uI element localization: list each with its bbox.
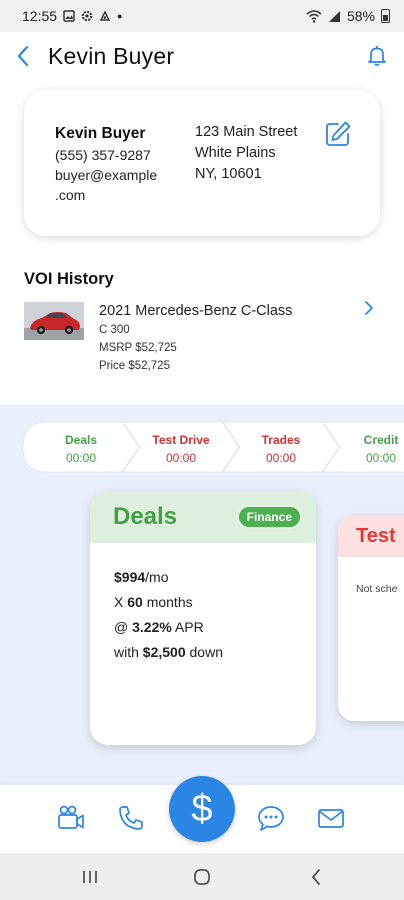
address-line1: 123 Main Street: [195, 124, 298, 140]
deals-card-body: $994/mo X 60 months @ 3.22% APR with $2,…: [90, 543, 316, 665]
vehicle-trim: C 300: [99, 324, 130, 336]
email-button[interactable]: [314, 801, 348, 835]
header: Kevin Buyer: [0, 32, 404, 80]
status-bar: 12:55 ● 58%: [0, 0, 404, 32]
voi-history-title: VOI History: [24, 270, 114, 288]
wifi-icon: [306, 9, 322, 23]
notification-dot: ●: [117, 11, 123, 21]
down-line: with $2,500 down: [114, 640, 292, 665]
chevron-right-icon: [365, 301, 373, 315]
payment-amount: $994: [114, 569, 146, 585]
status-left: 12:55 ●: [22, 8, 122, 24]
vehicle-model: 2021 Mercedes-Benz C-Class: [99, 303, 293, 319]
address-line3: NY, 10601: [195, 166, 262, 182]
term-line: X 60 months: [114, 590, 292, 615]
contact-card: Kevin Buyer (555) 357-9287 buyer@example…: [24, 90, 380, 236]
image-notification-icon: [63, 10, 75, 22]
stage-bar: Deals 00:00 Test Drive 00:00 Trades 00:00 Cred…: [22, 421, 404, 473]
status-right: 58%: [306, 8, 390, 24]
phone-icon: [119, 806, 143, 830]
page-title: Kevin Buyer: [48, 42, 175, 69]
apr-prefix: @: [114, 619, 133, 635]
contact-name: Kevin Buyer: [55, 125, 146, 142]
test-drive-card[interactable]: Test Not sche: [338, 515, 404, 721]
phone-call-button[interactable]: [114, 801, 148, 835]
system-nav-bar: [0, 853, 404, 900]
action-bar: $: [0, 776, 404, 853]
back-button[interactable]: [14, 43, 32, 69]
edit-contact-button[interactable]: [324, 120, 352, 148]
stage-label: Credit: [363, 433, 399, 447]
down-value: $2,500: [142, 644, 186, 660]
test-drive-card-header: Test: [338, 515, 404, 557]
test-drive-status: Not sche: [356, 583, 398, 595]
chat-button[interactable]: [254, 801, 288, 835]
payment-line: $994/mo: [114, 565, 292, 590]
chat-icon: [258, 806, 284, 831]
down-suffix: down: [185, 644, 223, 660]
deals-card-header: Deals Finance: [90, 491, 316, 543]
battery-icon: [381, 9, 390, 23]
mail-icon: [318, 809, 344, 828]
notifications-button[interactable]: [364, 43, 390, 69]
apr-suffix: APR: [171, 619, 204, 635]
voi-vehicle-item[interactable]: 2021 Mercedes-Benz C-Class C 300 MSRP $5…: [24, 298, 384, 378]
recent-apps-button[interactable]: [78, 865, 102, 889]
term-suffix: months: [142, 594, 193, 610]
contact-details: Kevin Buyer (555) 357-9287 buyer@example…: [55, 124, 190, 205]
status-time: 12:55: [22, 8, 58, 24]
vehicle-info: 2021 Mercedes-Benz C-Class C 300 MSRP $5…: [99, 301, 292, 375]
settings-notification-icon: [81, 10, 93, 22]
contact-address: 123 Main Street White Plains NY, 10601: [195, 122, 297, 185]
vehicle-thumbnail: [24, 302, 84, 340]
edit-icon: [326, 121, 351, 146]
apr-value: 3.22%: [132, 619, 172, 635]
battery-percent: 58%: [346, 8, 375, 24]
stage-credit[interactable]: Credit 00:00: [322, 421, 404, 473]
deals-card-title: Deals: [113, 503, 178, 530]
contact-email-line1[interactable]: buyer@example: [55, 165, 190, 185]
bell-icon: [368, 46, 386, 66]
payment-unit: /mo: [145, 569, 169, 585]
test-drive-card-title: Test: [356, 524, 396, 547]
video-icon: [58, 805, 84, 829]
deal-progress-section: Deals 00:00 Test Drive 00:00 Trades 00:00 Cred…: [0, 405, 404, 785]
term-prefix: X: [114, 594, 128, 610]
deals-card[interactable]: Deals Finance $994/mo X 60 months @ 3.22…: [90, 491, 316, 745]
vehicle-msrp: MSRP $52,725: [99, 342, 177, 354]
finance-badge: Finance: [236, 505, 302, 529]
contact-email-line2[interactable]: .com: [55, 185, 190, 205]
home-button[interactable]: [190, 865, 214, 889]
stage-shape: [322, 421, 404, 473]
vehicle-detail-button[interactable]: [364, 300, 378, 318]
vehicle-price: Price $52,725: [99, 360, 170, 372]
video-call-button[interactable]: [54, 801, 88, 835]
chevron-left-icon: [17, 45, 29, 67]
sync-notification-icon: [99, 10, 111, 21]
recent-apps-icon: [83, 871, 97, 883]
system-back-button[interactable]: [304, 865, 328, 889]
back-icon: [312, 869, 320, 885]
contact-phone[interactable]: (555) 357-9287: [55, 145, 190, 165]
deal-dollar-button[interactable]: $: [169, 776, 235, 842]
apr-line: @ 3.22% APR: [114, 615, 292, 640]
address-line2: White Plains: [195, 145, 276, 161]
term-value: 60: [127, 594, 143, 610]
home-icon: [194, 869, 210, 885]
signal-icon: [328, 10, 340, 22]
stage-time: 00:00: [365, 451, 397, 465]
down-prefix: with: [114, 644, 143, 660]
